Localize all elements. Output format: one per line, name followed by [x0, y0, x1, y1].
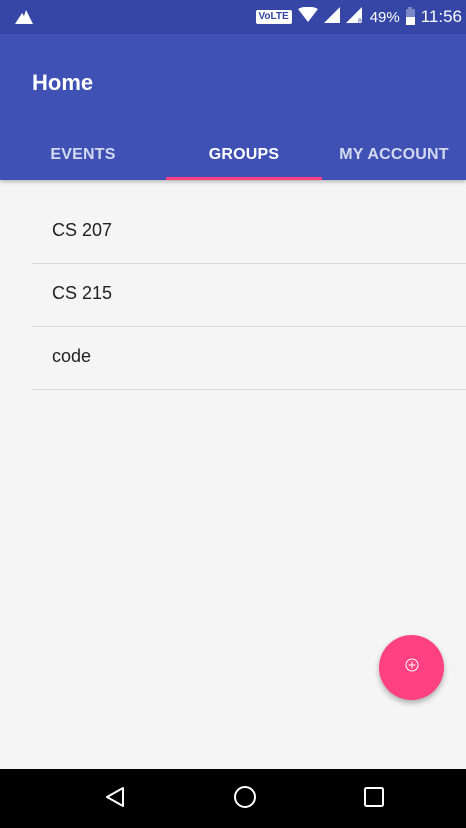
signal-roaming-icon: R: [345, 6, 364, 28]
back-button[interactable]: [99, 783, 131, 815]
signal-icon: [323, 6, 340, 28]
list-item[interactable]: CS 207: [32, 200, 466, 264]
list-item[interactable]: code: [32, 326, 466, 390]
add-circle-icon: [405, 658, 419, 677]
navigation-bar: [0, 769, 466, 828]
recents-icon: [364, 786, 384, 812]
status-bar: VoLTE R 49% 11:56: [0, 0, 466, 34]
clock: 11:56: [420, 7, 462, 26]
list-item-label: code: [52, 346, 92, 366]
tab-groups[interactable]: GROUPS: [166, 130, 322, 180]
list-item-label: CS 207: [52, 220, 113, 240]
tab-indicator: [166, 177, 322, 180]
home-button[interactable]: [229, 783, 261, 815]
svg-text:R: R: [358, 18, 362, 23]
volte-badge: VoLTE: [255, 10, 292, 24]
list-item-label: CS 215: [52, 283, 113, 303]
battery-percent: 49%: [369, 8, 400, 26]
tab-my-account[interactable]: MY ACCOUNT: [322, 130, 466, 180]
notification-app-icon: [14, 8, 34, 31]
tab-bar: EVENTS GROUPS MY ACCOUNT: [0, 130, 466, 180]
battery-icon: [405, 7, 415, 25]
recents-button[interactable]: [358, 783, 390, 815]
tab-events[interactable]: EVENTS: [0, 130, 166, 180]
status-indicators: VoLTE R 49% 11:56: [255, 0, 462, 34]
home-icon: [233, 785, 257, 814]
app-bar: Home EVENTS GROUPS MY ACCOUNT: [0, 34, 466, 180]
back-icon: [105, 786, 125, 813]
list-item[interactable]: CS 215: [32, 263, 466, 327]
wifi-icon: [297, 6, 318, 28]
add-group-button[interactable]: [379, 635, 444, 700]
page-title: Home: [32, 70, 94, 95]
